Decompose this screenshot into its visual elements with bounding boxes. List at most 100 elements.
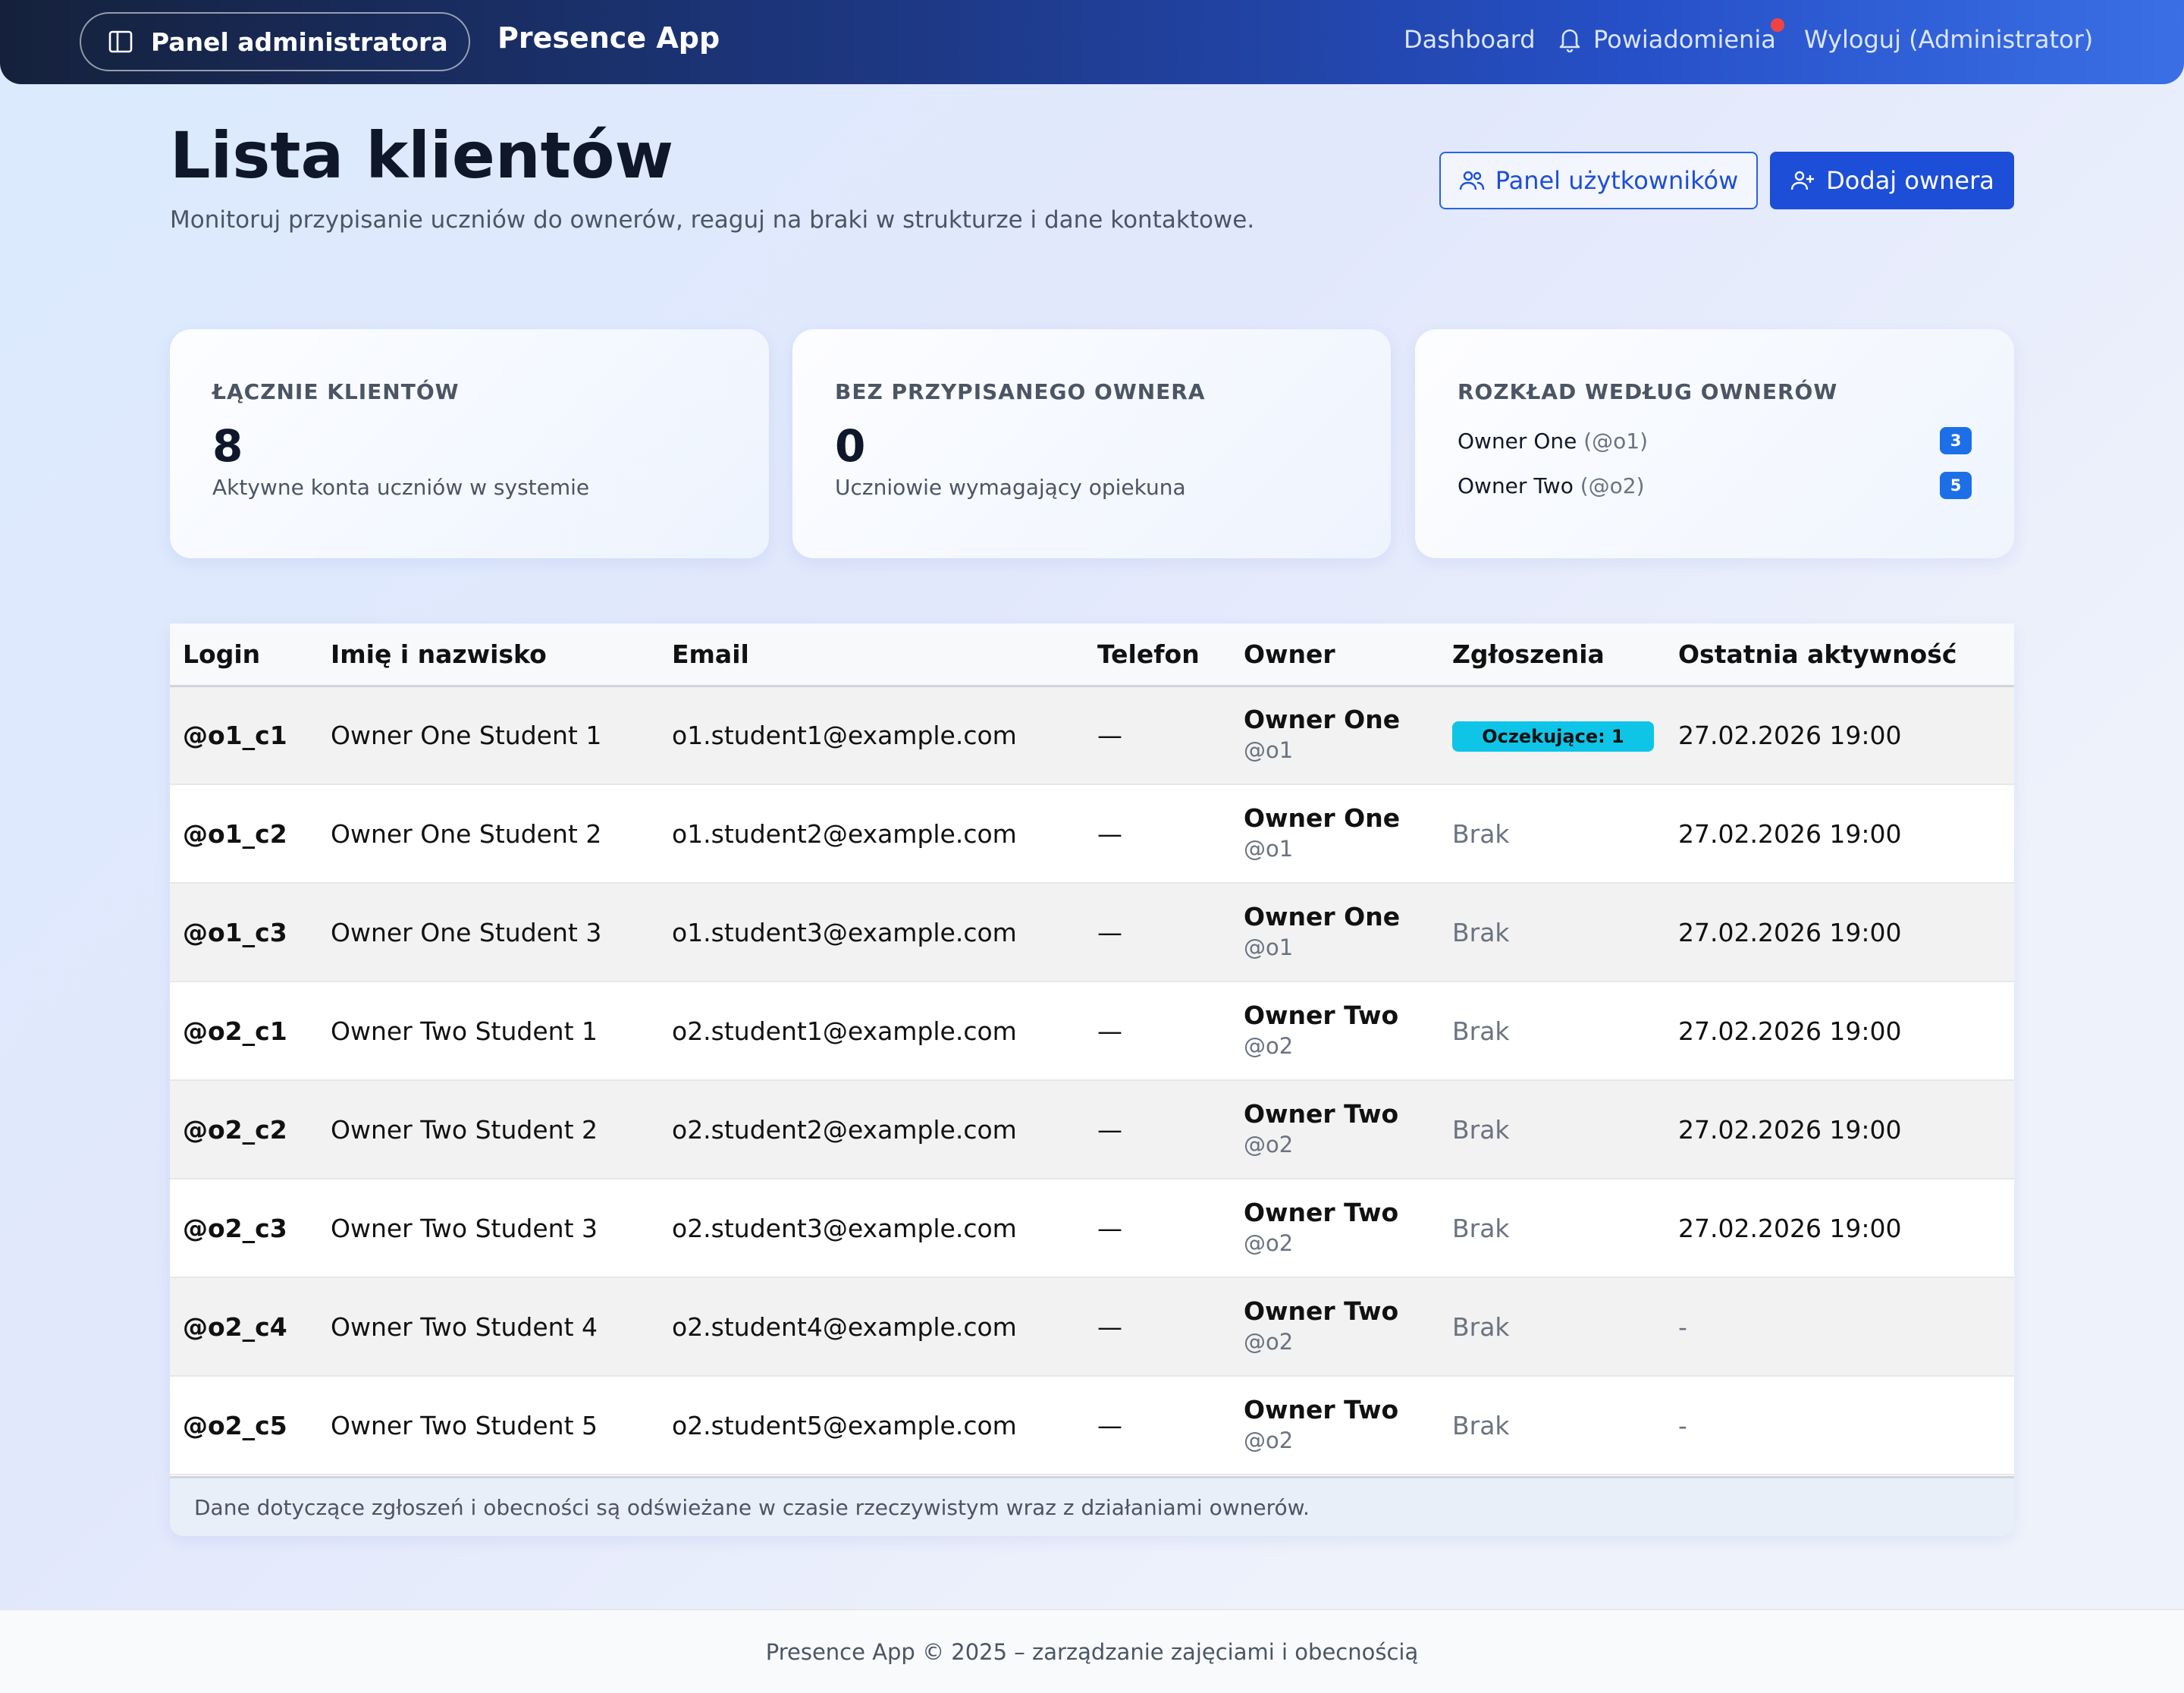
owner-handle: @o2 (1244, 1329, 1294, 1355)
cell-email: o2.student1@example.com (659, 982, 1084, 1081)
users-panel-button[interactable]: Panel użytkowników (1439, 152, 1758, 209)
cell-owner: Owner One @o1 (1231, 686, 1439, 785)
card-label: BEZ PRZYPISANEGO OWNERA (835, 379, 1206, 404)
nav-notifications-link[interactable]: Powiadomienia (1558, 25, 1776, 54)
cell-login: @o2_c4 (170, 1277, 318, 1377)
total-clients-card: ŁĄCZNIE KLIENTÓW 8 Aktywne konta uczniów… (170, 329, 769, 558)
cell-owner: Owner One @o1 (1231, 883, 1439, 982)
cell-email: o1.student2@example.com (659, 784, 1084, 884)
cell-login: @o2_c5 (170, 1376, 318, 1475)
owner-handle: @o2 (1244, 1033, 1294, 1059)
table-row[interactable]: @o1_c2 Owner One Student 2 o1.student2@exa… (170, 784, 2014, 884)
cell-reports: Brak (1439, 982, 1665, 1081)
cell-email: o2.student5@example.com (659, 1376, 1084, 1475)
cell-login: @o1_c1 (170, 686, 318, 785)
cell-email: o1.student3@example.com (659, 883, 1084, 982)
table-row[interactable]: @o2_c4 Owner Two Student 4 o2.student4@exa… (170, 1277, 2014, 1377)
owner-name: Owner One (1244, 902, 1401, 931)
clients-table-container: Login Imię i nazwisko Email Telefon Owne… (170, 623, 2014, 1536)
cell-login: @o2_c3 (170, 1179, 318, 1278)
owner-count-badge: 3 (1940, 427, 1972, 454)
sidebar-icon (108, 30, 133, 53)
owner-name: Owner Two (1244, 1099, 1399, 1129)
cell-reports: Brak (1439, 1277, 1665, 1377)
cell-last-activity: 27.02.2026 19:00 (1665, 883, 2014, 982)
table-row[interactable]: @o1_c3 Owner One Student 3 o1.student3@exa… (170, 883, 2014, 982)
cell-owner: Owner Two @o2 (1231, 1080, 1439, 1179)
owner-handle: (@o2) (1580, 473, 1645, 498)
cell-name: Owner Two Student 1 (318, 982, 659, 1081)
owner-handle: (@o1) (1583, 428, 1649, 454)
owner-distribution-owner: Owner Two (@o2) (1458, 473, 1645, 498)
owner-distribution-owner: Owner One (@o1) (1458, 429, 1648, 454)
column-header-phone[interactable]: Telefon (1084, 623, 1231, 687)
column-header-last-activity[interactable]: Ostatnia aktywność (1665, 623, 2014, 687)
admin-panel-toggle-button[interactable]: Panel administratora (80, 12, 470, 71)
cell-owner: Owner Two @o2 (1231, 1376, 1439, 1475)
owner-distribution-card: ROZKŁAD WEDŁUG OWNERÓW Owner One (@o1) 3… (1415, 329, 2014, 558)
owner-handle: @o1 (1244, 934, 1294, 960)
owner-handle: @o2 (1244, 1428, 1294, 1453)
table-row[interactable]: @o2_c2 Owner Two Student 2 o2.student2@exa… (170, 1080, 2014, 1179)
cell-reports: Brak (1439, 784, 1665, 884)
table-row[interactable]: @o2_c3 Owner Two Student 3 o2.student3@exa… (170, 1179, 2014, 1278)
cell-name: Owner One Student 2 (318, 784, 659, 884)
cell-reports: Brak (1439, 1179, 1665, 1278)
nav-dashboard-link[interactable]: Dashboard (1404, 25, 1536, 54)
card-label: ŁĄCZNIE KLIENTÓW (212, 379, 460, 404)
add-owner-button[interactable]: Dodaj ownera (1770, 152, 2014, 209)
notification-indicator-dot (1771, 18, 1784, 32)
page-subtitle: Monitoruj przypisanie uczniów do ownerów… (170, 206, 1255, 234)
table-row[interactable]: @o1_c1 Owner One Student 1 o1.student1@exa… (170, 686, 2014, 785)
cell-reports: Brak (1439, 1080, 1665, 1179)
nav-logout-link[interactable]: Wyloguj (Administrator) (1804, 25, 2093, 54)
owner-name: Owner Two (1458, 473, 1574, 498)
owner-name: Owner One (1244, 803, 1401, 833)
cell-email: o2.student3@example.com (659, 1179, 1084, 1278)
cell-last-activity: 27.02.2026 19:00 (1665, 1080, 2014, 1179)
column-header-reports[interactable]: Zgłoszenia (1439, 623, 1665, 687)
owner-count-badge: 5 (1940, 472, 1972, 499)
cell-owner: Owner Two @o2 (1231, 982, 1439, 1081)
cell-login: @o2_c2 (170, 1080, 318, 1179)
bell-icon (1558, 27, 1581, 52)
cell-email: o1.student1@example.com (659, 686, 1084, 785)
page-title: Lista klientów (170, 118, 674, 193)
pending-reports-badge[interactable]: Oczekujące: 1 (1452, 721, 1654, 752)
cell-phone: — (1084, 883, 1231, 982)
column-header-email[interactable]: Email (659, 623, 1084, 687)
owner-distribution-row: Owner Two (@o2) 5 (1458, 472, 1972, 499)
owner-name: Owner One (1458, 428, 1577, 454)
table-row[interactable]: @o2_c1 Owner Two Student 1 o2.student1@exa… (170, 982, 2014, 1081)
column-header-owner[interactable]: Owner (1231, 623, 1439, 687)
cell-last-activity: - (1665, 1277, 2014, 1377)
user-plus-icon (1790, 169, 1815, 192)
column-header-name[interactable]: Imię i nazwisko (318, 623, 659, 687)
cell-owner: Owner Two @o2 (1231, 1179, 1439, 1278)
cell-last-activity: 27.02.2026 19:00 (1665, 1179, 2014, 1278)
owner-name: Owner Two (1244, 1000, 1399, 1030)
add-owner-label: Dodaj ownera (1826, 166, 1994, 195)
cell-phone: — (1084, 1277, 1231, 1377)
column-header-login[interactable]: Login (170, 623, 318, 687)
table-body: @o1_c1 Owner One Student 1 o1.student1@exa… (170, 686, 2014, 1475)
owner-name: Owner Two (1244, 1296, 1399, 1326)
cell-email: o2.student2@example.com (659, 1080, 1084, 1179)
cell-reports: Brak (1439, 883, 1665, 982)
cell-last-activity: 27.02.2026 19:00 (1665, 686, 2014, 785)
cell-reports: Brak (1439, 1376, 1665, 1475)
cell-login: @o2_c1 (170, 982, 318, 1081)
cell-reports: Oczekujące: 1 (1439, 686, 1665, 785)
cell-name: Owner One Student 1 (318, 686, 659, 785)
owner-name: Owner One (1244, 705, 1401, 735)
cell-phone: — (1084, 784, 1231, 884)
owner-name: Owner Two (1244, 1198, 1399, 1227)
owner-distribution-row: Owner One (@o1) 3 (1458, 427, 1972, 454)
brand-logo-text[interactable]: Presence App (497, 21, 720, 55)
owner-name: Owner Two (1244, 1395, 1399, 1424)
users-icon (1459, 169, 1485, 192)
owner-handle: @o1 (1244, 836, 1294, 862)
table-row[interactable]: @o2_c5 Owner Two Student 5 o2.student5@exa… (170, 1376, 2014, 1475)
cell-name: Owner Two Student 3 (318, 1179, 659, 1278)
cell-name: Owner Two Student 4 (318, 1277, 659, 1377)
